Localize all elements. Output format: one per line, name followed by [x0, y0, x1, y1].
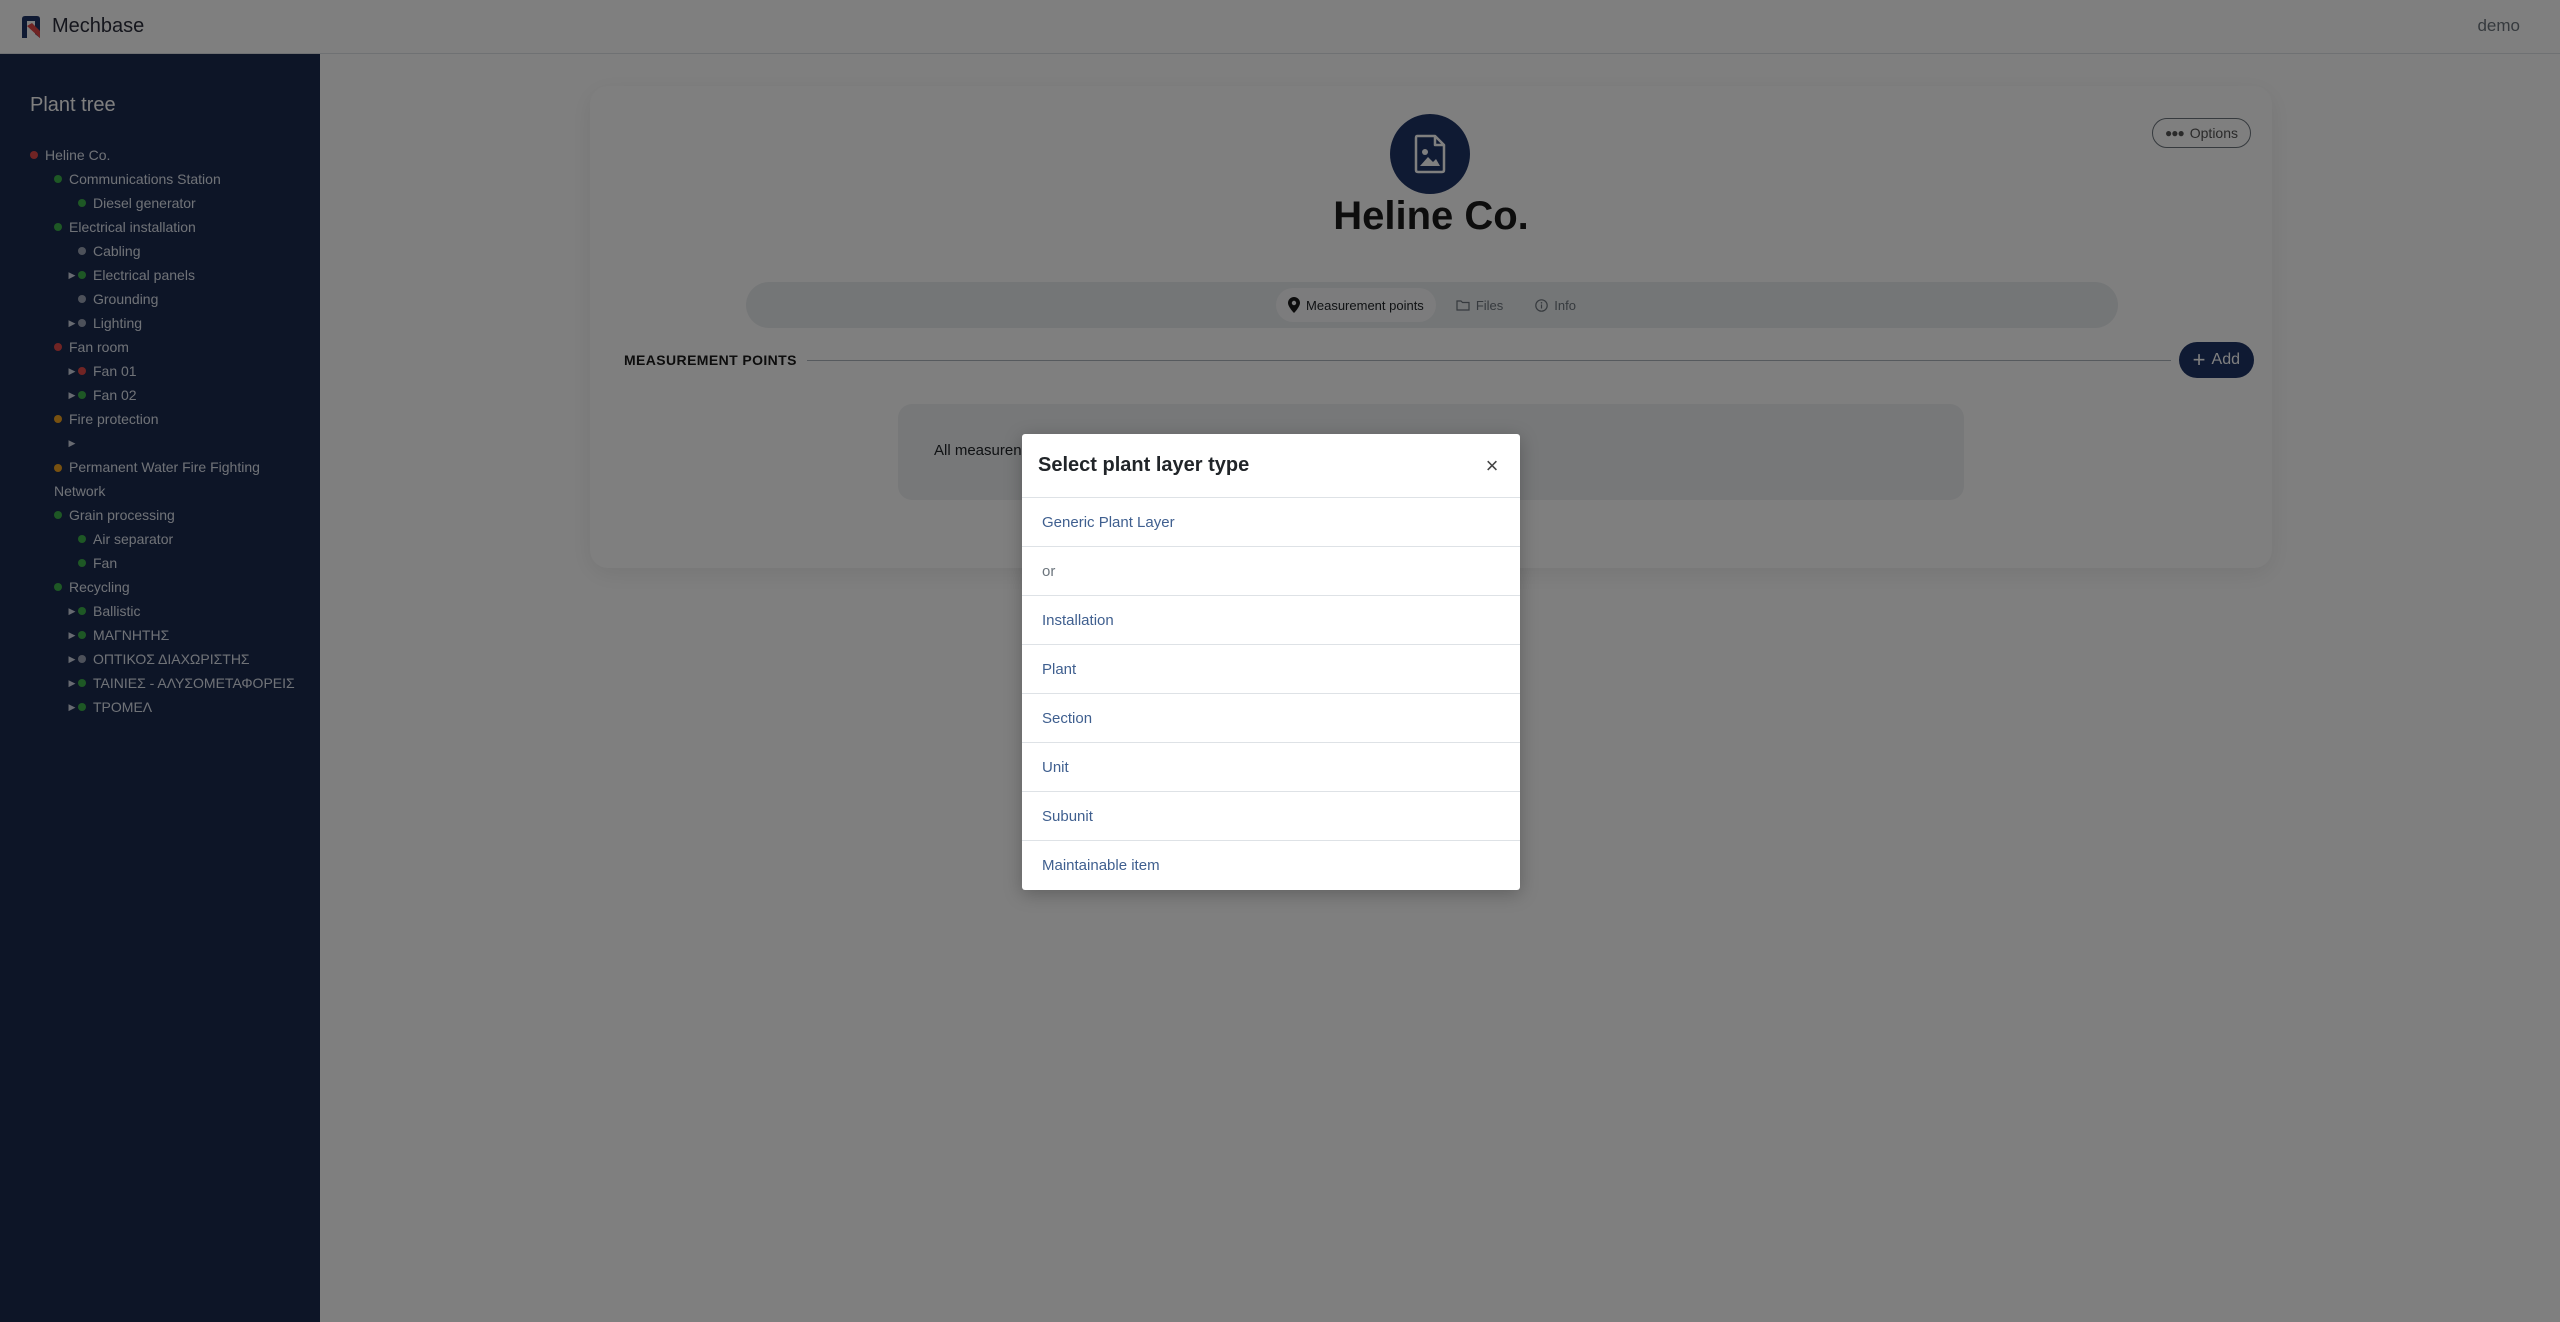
modal-title: Select plant layer type — [1038, 454, 1250, 476]
modal-separator: or — [1022, 547, 1520, 596]
plant-layer-type-option[interactable]: Generic Plant Layer — [1022, 498, 1520, 547]
plant-layer-type-option[interactable]: Plant — [1022, 645, 1520, 694]
close-icon[interactable]: × — [1480, 453, 1504, 479]
modal-header: Select plant layer type × — [1022, 434, 1520, 498]
plant-layer-type-option[interactable]: Section — [1022, 694, 1520, 743]
plant-layer-type-option[interactable]: Maintainable item — [1022, 841, 1520, 890]
plant-layer-type-list: Generic Plant Layer or Installation Plant Se… — [1022, 498, 1520, 890]
plant-layer-type-option[interactable]: Installation — [1022, 596, 1520, 645]
plant-layer-type-option[interactable]: Unit — [1022, 743, 1520, 792]
select-plant-layer-type-modal: Select plant layer type × Generic Plant … — [1022, 434, 1520, 890]
plant-layer-type-option[interactable]: Subunit — [1022, 792, 1520, 841]
